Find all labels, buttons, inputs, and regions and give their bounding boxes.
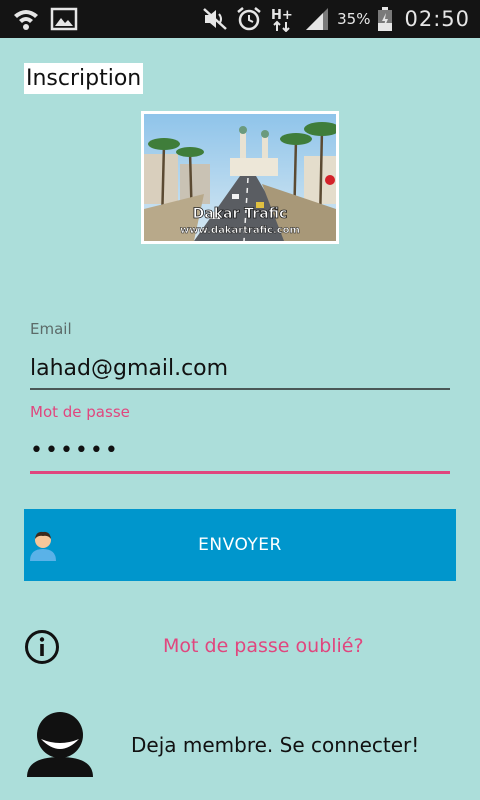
- clock: 02:50: [404, 7, 470, 31]
- svg-text:Dakar Trafic: Dakar Trafic: [193, 206, 288, 222]
- battery-percent: 35%: [337, 10, 371, 28]
- email-field[interactable]: lahad@gmail.com: [30, 356, 450, 388]
- svg-text:H+: H+: [271, 8, 293, 23]
- password-label: Mot de passe: [30, 403, 130, 421]
- image-icon: [50, 6, 78, 32]
- password-field[interactable]: ••••••: [30, 438, 450, 472]
- user-icon: [28, 529, 58, 561]
- send-button[interactable]: ENVOYER: [24, 509, 456, 581]
- svg-text:www.dakartrafic.com: www.dakartrafic.com: [180, 225, 300, 236]
- sign-in-link[interactable]: Deja membre. Se connecter!: [131, 733, 419, 757]
- email-label: Email: [30, 320, 72, 338]
- member-avatar-icon: [27, 711, 93, 777]
- send-button-label: ENVOYER: [198, 535, 282, 555]
- forgot-password-link[interactable]: Mot de passe oublié?: [163, 635, 364, 657]
- email-underline: [30, 388, 450, 390]
- data-hplus-icon: H+: [269, 6, 297, 33]
- signal-icon: [303, 6, 331, 32]
- alarm-icon: [235, 6, 263, 32]
- battery-icon: [376, 6, 394, 32]
- dakar-trafic-banner: Dakar Trafic www.dakartrafic.com: [141, 111, 339, 244]
- status-bar: H+ 35% 02:50: [0, 0, 480, 38]
- page-title: Inscription: [24, 63, 144, 94]
- mute-icon: [201, 6, 229, 32]
- info-icon: [24, 629, 60, 665]
- wifi-icon: [12, 6, 40, 32]
- password-underline: [30, 471, 450, 474]
